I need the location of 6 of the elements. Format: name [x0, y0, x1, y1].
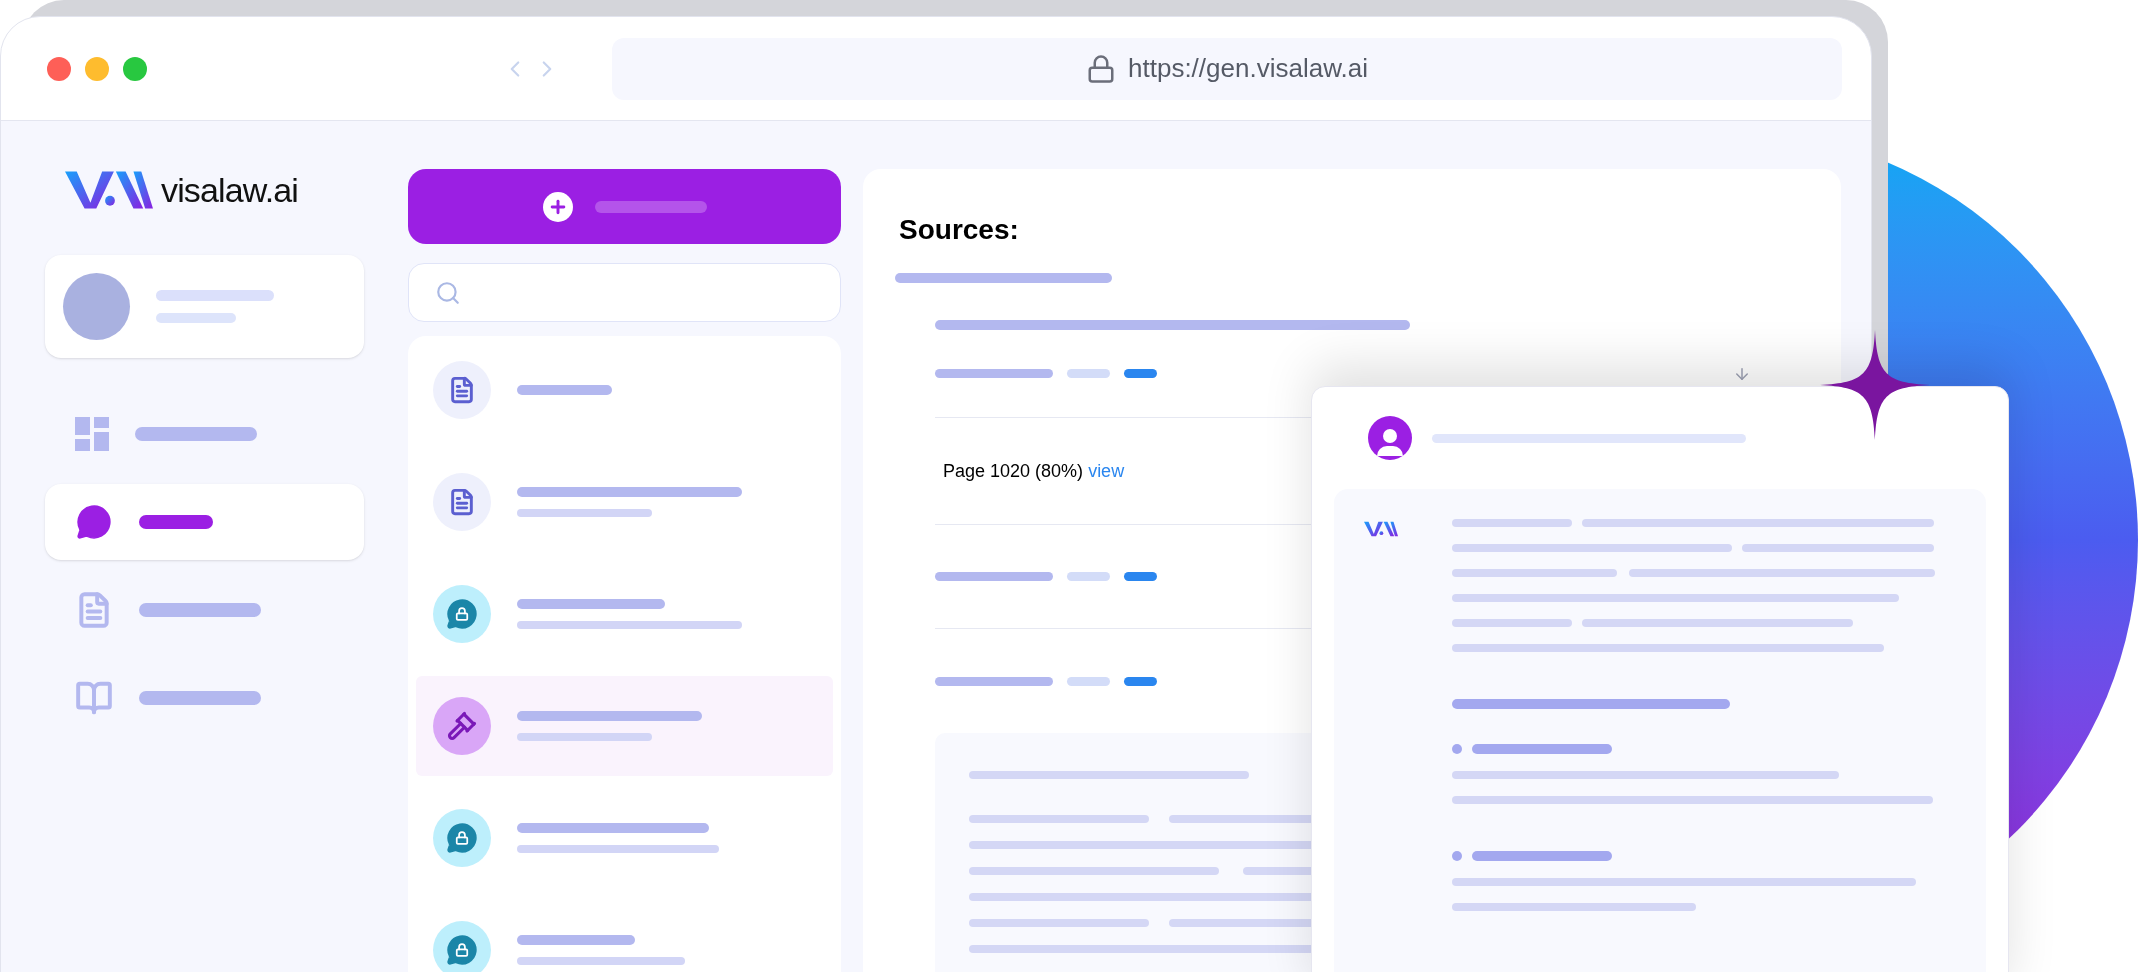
page-reference: Page 1020 (80%) view — [943, 459, 1125, 483]
logo-text: visalaw.ai — [161, 169, 298, 211]
view-link[interactable]: view — [1088, 460, 1125, 481]
address-bar[interactable]: https://gen.visalaw.ai — [612, 37, 1842, 100]
sources-title: Sources: — [899, 213, 1020, 247]
url-text: https://gen.visalaw.ai — [1128, 52, 1368, 85]
